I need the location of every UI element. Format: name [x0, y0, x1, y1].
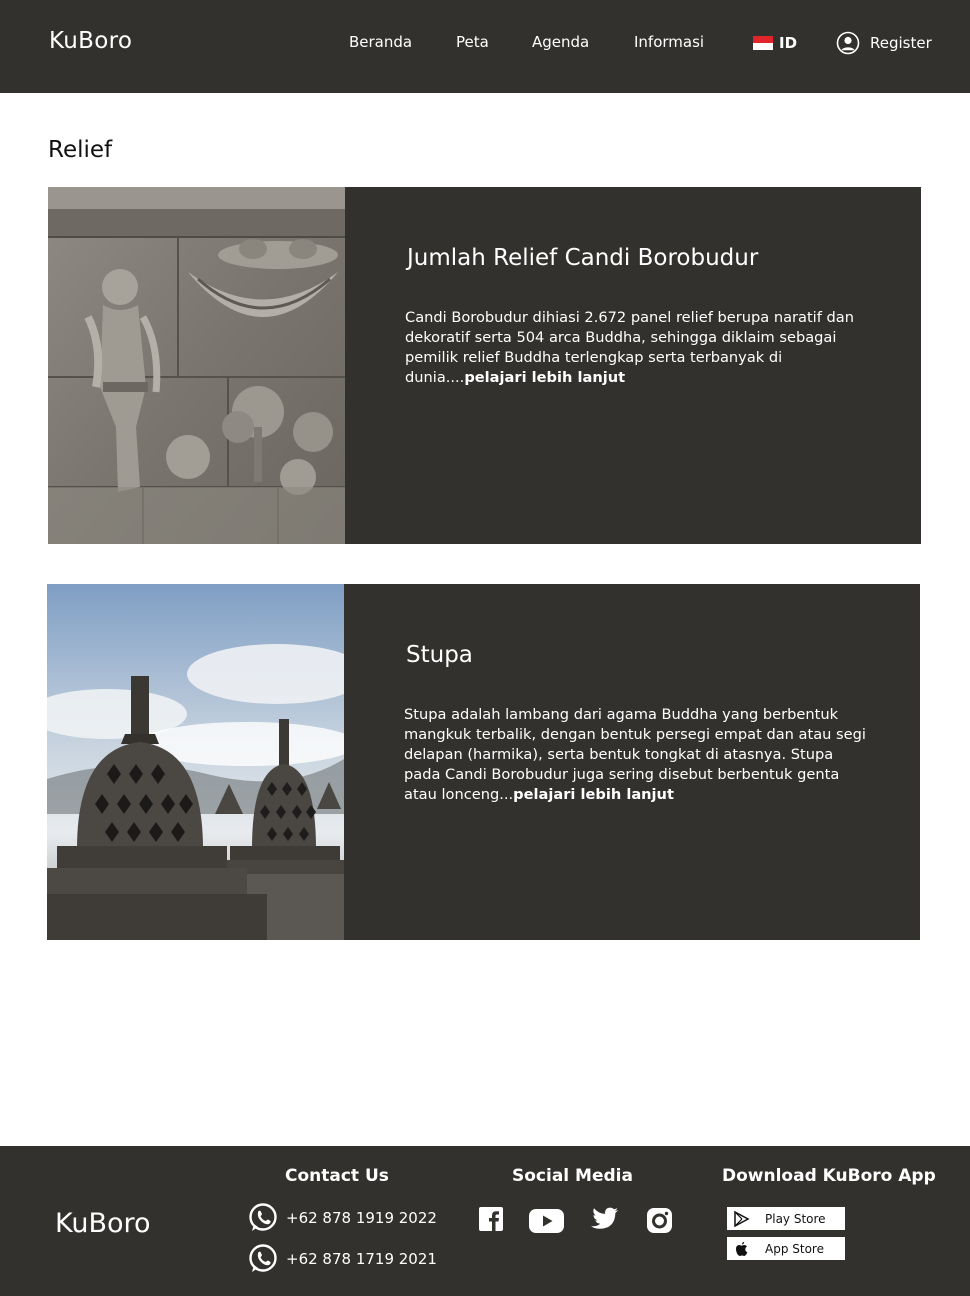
whatsapp-icon	[249, 1203, 277, 1231]
phone-number: +62 878 1719 2021	[286, 1250, 437, 1268]
top-navbar: KuBoro Beranda Peta Agenda Informasi ID …	[0, 0, 970, 93]
apple-icon	[736, 1241, 748, 1256]
phone-contact-2[interactable]: +62 878 1719 2021	[248, 1244, 437, 1274]
app-store-label: App Store	[765, 1241, 824, 1256]
register-button[interactable]: Register	[836, 31, 932, 55]
language-selector[interactable]: ID	[753, 34, 797, 52]
play-store-label: Play Store	[765, 1211, 826, 1226]
app-store-button[interactable]: App Store	[727, 1237, 845, 1260]
nav-informasi[interactable]: Informasi	[634, 33, 704, 51]
social-heading: Social Media	[512, 1166, 633, 1186]
stupa-card: Stupa Stupa adalah lambang dari agama Bu…	[47, 584, 920, 940]
nav-beranda[interactable]: Beranda	[349, 33, 412, 51]
relief-card: Jumlah Relief Candi Borobudur Candi Boro…	[48, 187, 921, 544]
footer-logo[interactable]: KuBoro	[55, 1208, 151, 1239]
stupa-image	[47, 584, 344, 940]
nav-agenda[interactable]: Agenda	[532, 33, 589, 51]
kuboro-logo[interactable]: KuBoro	[49, 28, 132, 54]
play-store-icon	[734, 1210, 750, 1227]
card-title: Stupa	[406, 642, 473, 668]
contact-heading: Contact Us	[285, 1166, 389, 1186]
page-title: Relief	[48, 137, 113, 163]
learn-more-link[interactable]: pelajari lebih lanjut	[464, 369, 625, 386]
language-label: ID	[779, 34, 798, 52]
footer: KuBoro Contact Us +62 878 1919 2022 +62 …	[0, 1146, 970, 1296]
play-store-button[interactable]: Play Store	[727, 1207, 845, 1230]
relief-image	[48, 187, 345, 544]
learn-more-link[interactable]: pelajari lebih lanjut	[513, 786, 674, 803]
card-description: Stupa adalah lambang dari agama Buddha y…	[404, 705, 866, 805]
youtube-icon[interactable]	[529, 1209, 564, 1238]
register-label: Register	[870, 34, 932, 52]
whatsapp-icon	[249, 1244, 277, 1272]
user-circle-icon	[836, 31, 860, 55]
instagram-icon[interactable]	[646, 1207, 673, 1239]
download-heading: Download KuBoro App	[722, 1166, 936, 1186]
nav-peta[interactable]: Peta	[456, 33, 489, 51]
facebook-icon[interactable]	[479, 1207, 503, 1236]
phone-contact-1[interactable]: +62 878 1919 2022	[248, 1203, 437, 1233]
twitter-icon[interactable]	[590, 1207, 619, 1236]
indonesia-flag-icon	[753, 36, 773, 50]
card-title: Jumlah Relief Candi Borobudur	[407, 245, 759, 271]
phone-number: +62 878 1919 2022	[286, 1209, 437, 1227]
card-description: Candi Borobudur dihiasi 2.672 panel reli…	[405, 308, 883, 388]
